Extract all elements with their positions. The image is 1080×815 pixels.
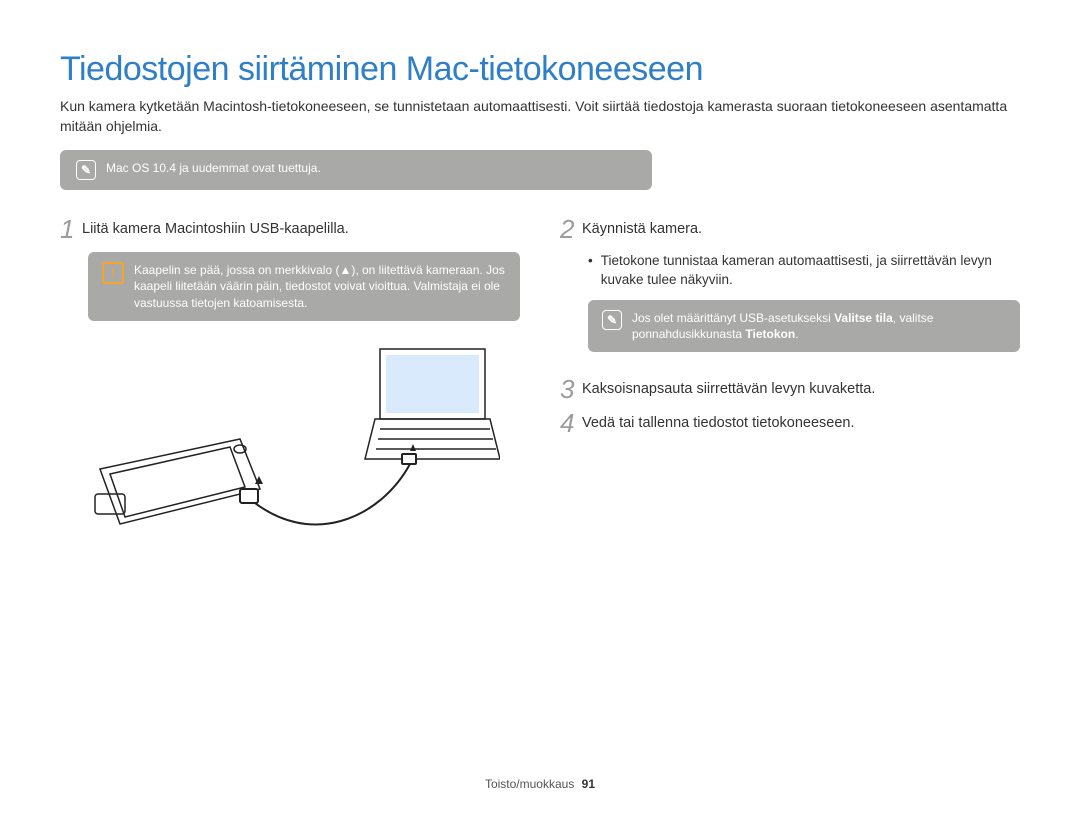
step-1: 1 Liitä kamera Macintoshiin USB-kaapelil… xyxy=(60,218,520,242)
step-text: Vedä tai tallenna tiedostot tietokoneese… xyxy=(582,412,854,434)
right-column: 2 Käynnistä kamera. Tietokone tunnistaa … xyxy=(560,218,1020,569)
note-top-text: Mac OS 10.4 ja uudemmat ovat tuettuja. xyxy=(106,160,321,176)
step-number: 3 xyxy=(560,376,582,402)
warning-icon: ! xyxy=(102,262,124,284)
note2-text: Jos olet määrittänyt USB-asetukseksi Val… xyxy=(632,310,1006,342)
note-callout-top: ✎ Mac OS 10.4 ja uudemmat ovat tuettuja. xyxy=(60,150,652,190)
step-3: 3 Kaksoisnapsauta siirrettävän levyn kuv… xyxy=(560,378,1020,402)
page-footer: Toisto/muokkaus 91 xyxy=(0,777,1080,791)
page-title: Tiedostojen siirtäminen Mac-tietokoneese… xyxy=(60,50,1020,89)
note-icon: ✎ xyxy=(76,160,96,180)
usb-connection-illustration xyxy=(80,339,500,564)
note-callout-step2: ✎ Jos olet määrittänyt USB-asetukseksi V… xyxy=(588,300,1020,352)
step-number: 2 xyxy=(560,216,582,242)
step-text: Kaksoisnapsauta siirrettävän levyn kuvak… xyxy=(582,378,875,400)
illustration-camera-laptop xyxy=(80,339,520,569)
step-2-bullet: Tietokone tunnistaa kameran automaattise… xyxy=(588,252,1020,290)
manual-page: Tiedostojen siirtäminen Mac-tietokoneese… xyxy=(0,0,1080,609)
footer-section: Toisto/muokkaus xyxy=(485,777,574,791)
step-number: 1 xyxy=(60,216,82,242)
intro-paragraph: Kun kamera kytketään Macintosh-tietokone… xyxy=(60,97,1020,136)
footer-page-number: 91 xyxy=(582,777,595,791)
warning-text: Kaapelin se pää, jossa on merkkivalo (▲)… xyxy=(134,262,506,311)
bullet-text: Tietokone tunnistaa kameran automaattise… xyxy=(601,252,1020,290)
step-text: Liitä kamera Macintoshiin USB-kaapelilla… xyxy=(82,218,349,240)
two-column-layout: 1 Liitä kamera Macintoshiin USB-kaapelil… xyxy=(60,218,1020,569)
step-number: 4 xyxy=(560,410,582,436)
note-icon: ✎ xyxy=(602,310,622,330)
left-column: 1 Liitä kamera Macintoshiin USB-kaapelil… xyxy=(60,218,520,569)
step-4: 4 Vedä tai tallenna tiedostot tietokonee… xyxy=(560,412,1020,436)
warning-callout: ! Kaapelin se pää, jossa on merkkivalo (… xyxy=(88,252,520,321)
step-2: 2 Käynnistä kamera. xyxy=(560,218,1020,242)
step-text: Käynnistä kamera. xyxy=(582,218,702,240)
